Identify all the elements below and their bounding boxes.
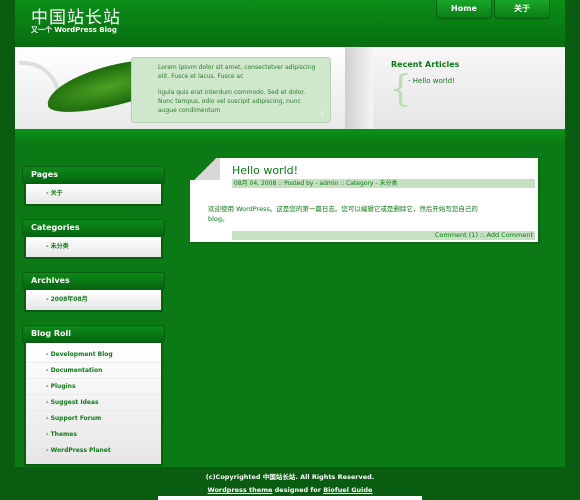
blogroll-link[interactable]: - Plugins [26,379,161,395]
sidebar-item-about[interactable]: - 关于 [26,187,161,201]
post-body: 欢迎使用 WordPress。这是您的第一篇日志。您可以编辑它或是删除它，然后开… [208,205,478,223]
blogroll-link-label[interactable]: Suggest Ideas [51,399,99,406]
widget-title: Blog Roll [22,325,165,343]
footer-strip [158,496,422,500]
intro-paragraph-1: Lorem ipsvm dolor sit amet, consectetver… [158,64,316,80]
widget-archives: Archives - 2008年08月 [22,272,165,312]
sidebar-item-archive-2008-08[interactable]: - 2008年08月 [26,293,161,307]
theme-link[interactable]: Wordpress theme [208,486,273,494]
sidebar-item-uncategorized[interactable]: - 未分类 [26,240,161,254]
blogroll-link-label[interactable]: Plugins [51,383,76,390]
recent-brace-icon: { [389,69,412,110]
post-meta: 08月 04, 2008 :: Posted by - admin :: Cat… [232,179,535,188]
footer-copyright: (c)Copyrighted 中国站长站. All Rights Reserve… [205,473,375,481]
blogroll-link-label[interactable]: Support Forum [51,415,102,422]
widget-body: - 关于 [24,184,163,206]
blogroll-link[interactable]: - Themes [26,427,161,443]
widget-body: - 2008年08月 [24,290,163,312]
sidebar-item-label[interactable]: 未分类 [51,243,69,250]
footer-credits: Wordpress theme designed for Biofuel Gui… [15,486,565,494]
widget-title: Categories [22,219,165,237]
intro-paragraph-2: ligula quis erat interdum commodo. Sed e… [158,89,306,114]
banner-fold [345,47,373,132]
recent-article-label[interactable]: Hello world! [413,77,455,85]
banner: Lorem ipsvm dolor sit amet, consectetver… [15,44,565,132]
recent-articles-title: Recent Articles [391,60,460,69]
recent-article-link[interactable]: - Hello world! [408,77,455,85]
blogroll-link[interactable]: - Suggest Ideas [26,395,161,411]
blogroll-link[interactable]: - Documentation [26,363,161,379]
sidebar-item-label[interactable]: 2008年08月 [51,296,88,303]
nav-about[interactable]: 关于 [494,0,550,19]
scroll-down-icon[interactable]: ⇩ [319,110,325,119]
page: 中国站长站 又一个 WordPress Blog Home 关于 Lorem i… [0,0,580,500]
banner-bottom-bar [15,129,565,143]
blogroll-link-label[interactable]: Documentation [51,367,103,374]
banner-left-panel: Lorem ipsvm dolor sit amet, consectetver… [15,47,345,132]
site-header: 中国站长站 又一个 WordPress Blog Home 关于 [15,0,565,44]
post-corner-fold [190,158,220,180]
site-tagline: 又一个 WordPress Blog [31,26,117,34]
post-card: Hello world! 08月 04, 2008 :: Posted by -… [190,158,538,242]
widget-pages: Pages - 关于 [22,166,165,206]
blogroll-link[interactable]: - Support Forum [26,411,161,427]
blogroll-link[interactable]: - WordPress Planet [26,443,161,458]
widget-title: Archives [22,272,165,290]
post-title[interactable]: Hello world! [232,164,298,177]
intro-box: Lorem ipsvm dolor sit amet, consectetver… [131,57,331,123]
biofuel-guide-link[interactable]: Biofuel Guide [323,486,372,494]
blogroll-link-label[interactable]: Development Blog [51,351,113,358]
blogroll-link-label[interactable]: Themes [51,431,77,438]
nav-home[interactable]: Home [436,0,492,19]
blogroll-link[interactable]: - Development Blog [26,347,161,363]
widget-blogroll: Blog Roll - Development Blog - Documenta… [22,325,165,466]
widget-body: - 未分类 [24,237,163,259]
designed-for-text: designed for [274,486,321,494]
widget-categories: Categories - 未分类 [22,219,165,259]
sidebar-item-label[interactable]: 关于 [51,190,63,197]
widget-body: - Development Blog - Documentation - Plu… [24,343,163,466]
widget-title: Pages [22,166,165,184]
blogroll-link-label[interactable]: WordPress Planet [51,447,111,454]
post-comments-link[interactable]: Comment (1) :: Add Comment [232,231,535,240]
